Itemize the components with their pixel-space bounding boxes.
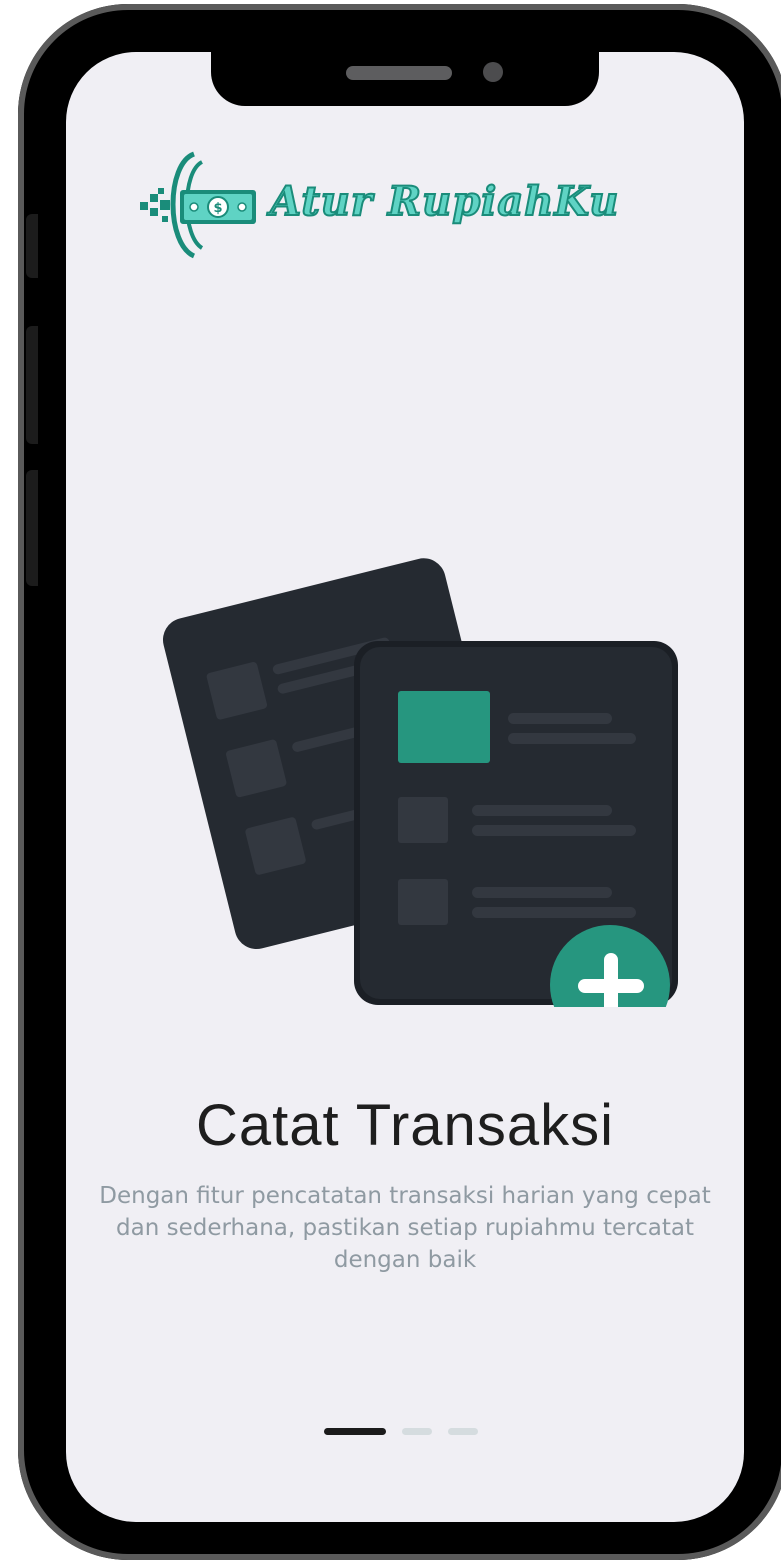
app-logo: $ Atur RupiahKu xyxy=(136,144,620,274)
speaker-grille xyxy=(346,66,452,80)
logo-wordmark: Atur RupiahKu xyxy=(269,177,620,226)
onboarding-title: Catat Transaksi xyxy=(196,1093,614,1158)
phone-side-button xyxy=(26,214,38,278)
page-dot-1-active[interactable] xyxy=(324,1428,386,1435)
page-dot-2[interactable] xyxy=(402,1428,432,1435)
documents-add-icon xyxy=(162,558,678,1007)
phone-volume-down-button xyxy=(26,470,38,586)
money-logo-icon: $ xyxy=(140,151,256,259)
onboarding-description: Dengan fitur pencatatan transaksi harian… xyxy=(99,1183,711,1273)
phone-notch xyxy=(211,52,599,106)
phone-volume-up-button xyxy=(26,326,38,444)
svg-text:$: $ xyxy=(213,201,222,216)
onboarding-screen: $ Atur RupiahKu Catat Transaksi Dengan f… xyxy=(66,52,744,1522)
page-dot-3[interactable] xyxy=(448,1428,478,1435)
page-indicator[interactable] xyxy=(324,1428,484,1436)
front-camera xyxy=(483,62,503,82)
